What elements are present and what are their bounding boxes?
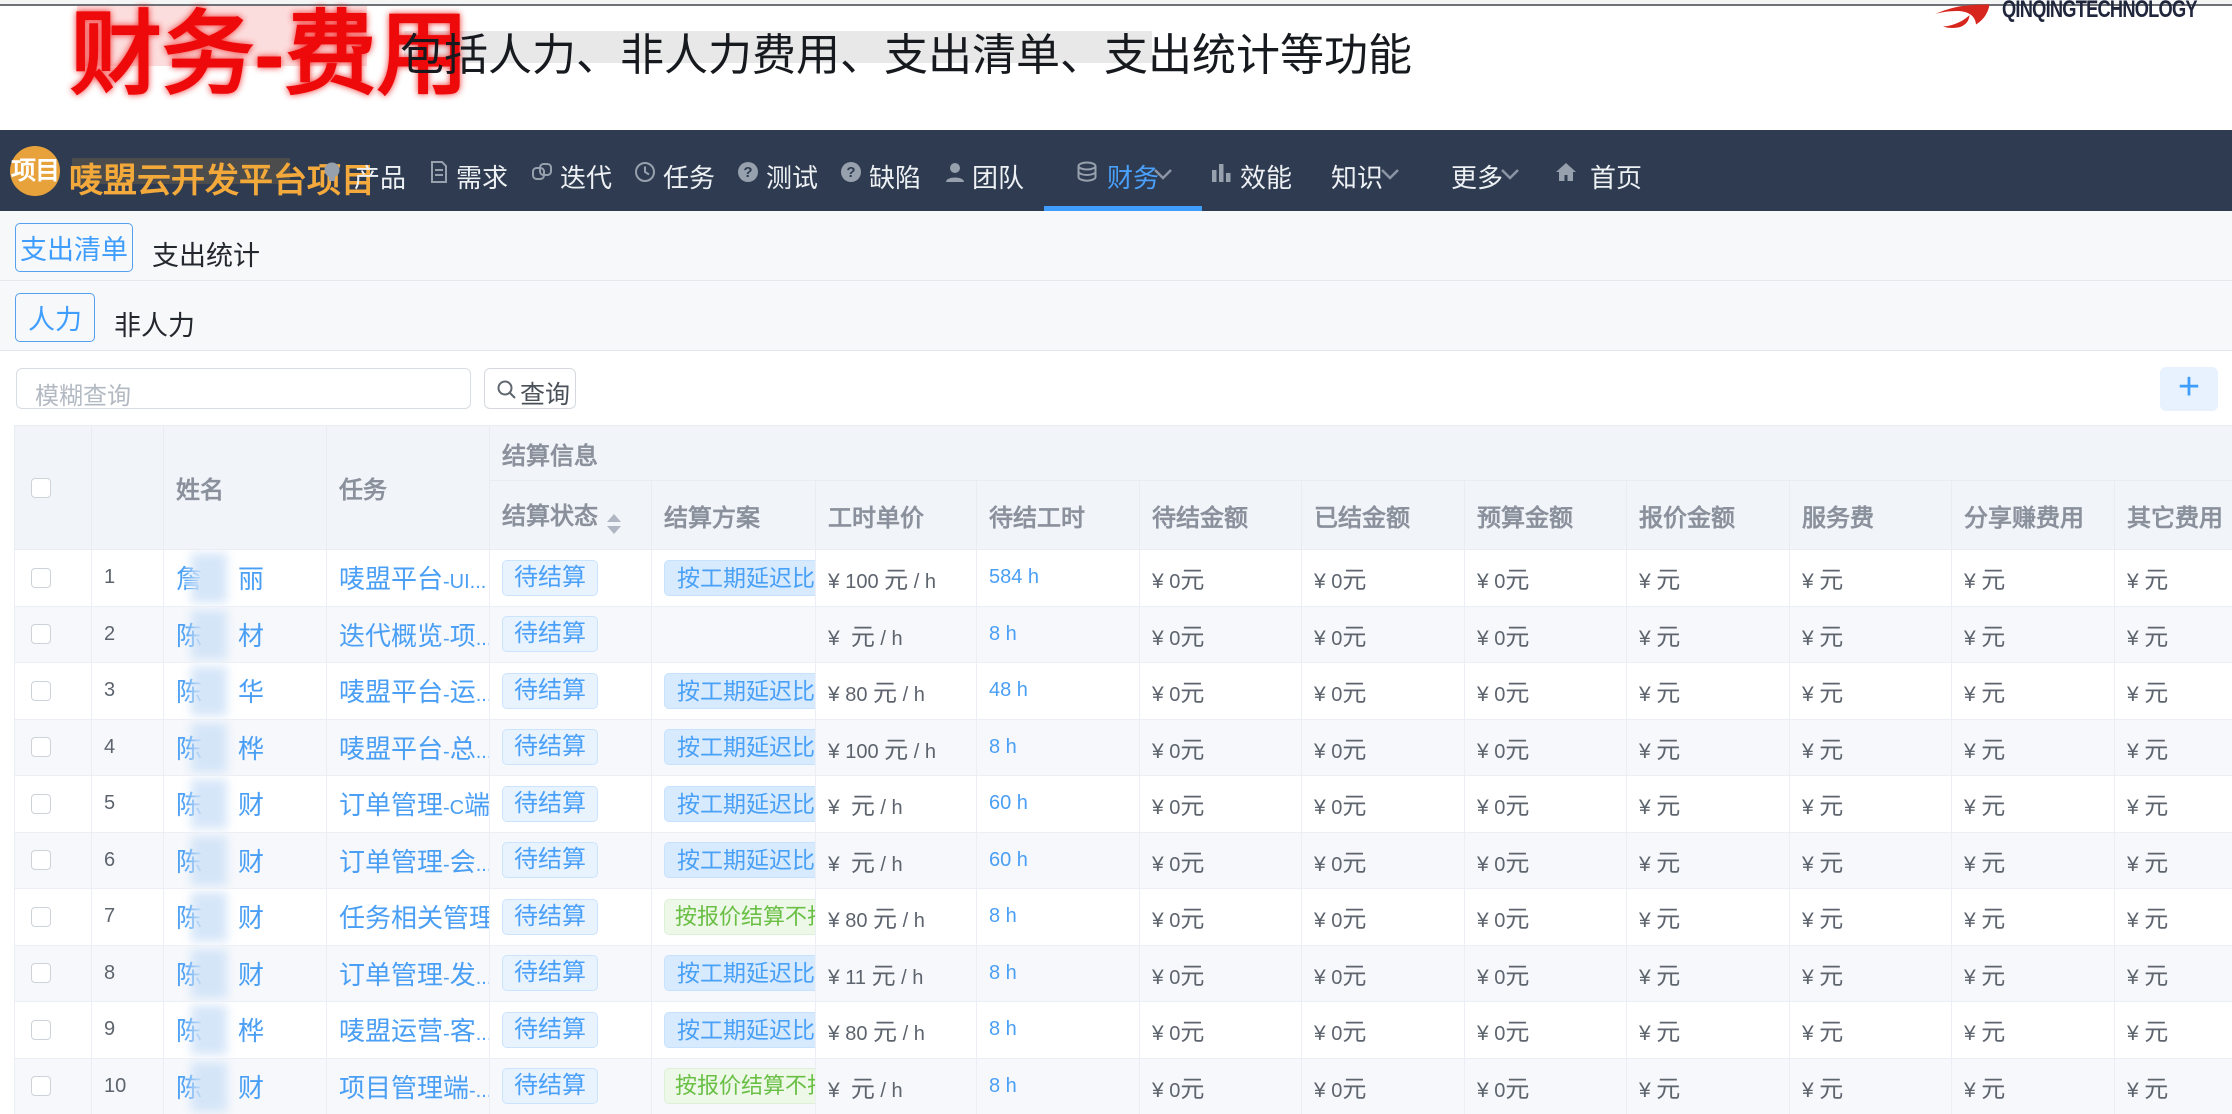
svg-text:?: ?: [846, 164, 855, 181]
svg-text:?: ?: [743, 164, 752, 181]
